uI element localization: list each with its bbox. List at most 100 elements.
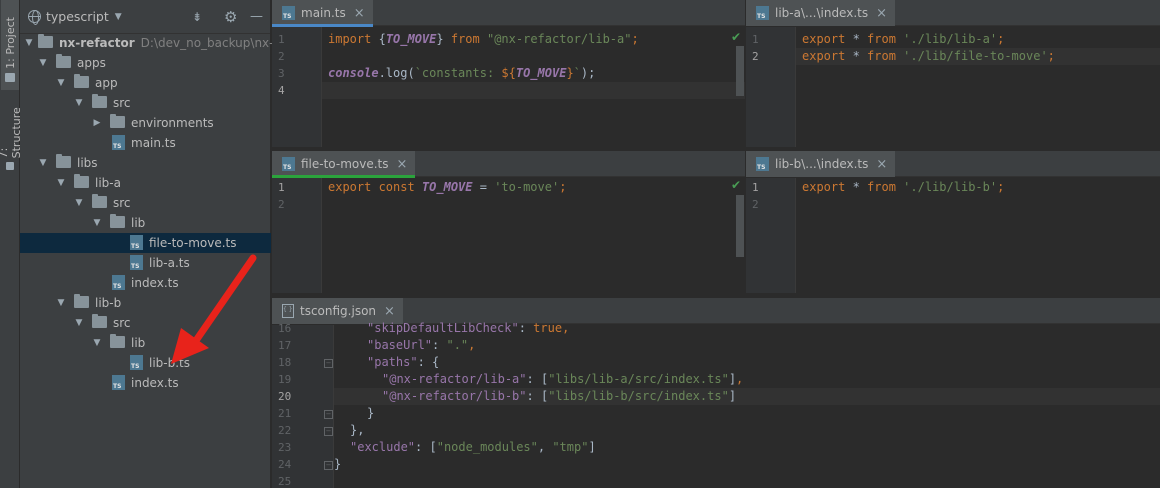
tab-file-to-move-ts[interactable]: file-to-move.ts × bbox=[272, 151, 416, 178]
typescript-file-icon bbox=[130, 355, 143, 370]
code-line[interactable]: console.log(`constants: ${TO_MOVE}`); bbox=[328, 65, 595, 82]
tab-label: lib-b\...\index.ts bbox=[775, 157, 869, 171]
red-annotation-arrow bbox=[171, 254, 257, 364]
code-line[interactable]: "baseUrl": ".", bbox=[367, 337, 475, 354]
code-line[interactable]: "exclude": ["node_modules", "tmp"] bbox=[350, 439, 596, 456]
expand-arrow-icon[interactable]: ▼ bbox=[92, 333, 102, 353]
editor-main-ts: main.ts × 1 2 3 4 import {TO_MOVE} from … bbox=[272, 0, 745, 147]
expand-arrow-icon[interactable]: ▼ bbox=[74, 313, 84, 333]
code-line[interactable]: import {TO_MOVE} from "@nx-refactor/lib-… bbox=[328, 31, 639, 48]
no-errors-check-icon: ✔ bbox=[731, 30, 742, 44]
close-icon[interactable]: × bbox=[384, 304, 395, 319]
caret-line bbox=[322, 82, 745, 99]
project-panel: typescript ▼ ⇟ ⚙ — ▼ nx-refactor D:\dev_n… bbox=[20, 0, 297, 488]
tree-item-libs[interactable]: ▼ libs bbox=[20, 153, 271, 173]
folder-icon bbox=[92, 94, 107, 108]
tree-item-index-ts[interactable]: index.ts bbox=[20, 373, 271, 393]
tree-item-lib-a[interactable]: ▼ lib-a bbox=[20, 173, 271, 193]
structure-icon bbox=[6, 162, 14, 170]
code-line[interactable]: } bbox=[367, 405, 374, 422]
structure-tool-tab[interactable]: 7: Structure bbox=[0, 96, 23, 176]
code-line[interactable]: "@nx-refactor/lib-a": ["libs/lib-a/src/i… bbox=[382, 371, 743, 388]
line-number: 17 bbox=[278, 339, 292, 352]
tree-item-src[interactable]: ▼ src bbox=[20, 93, 271, 113]
tab-lib-a-index-ts[interactable]: lib-a\...\index.ts × bbox=[746, 0, 896, 26]
tab-main-ts[interactable]: main.ts × bbox=[272, 0, 373, 27]
typescript-file-icon bbox=[130, 235, 143, 250]
fold-icon[interactable]: − bbox=[324, 427, 333, 436]
tree-item-nx-refactor[interactable]: ▼ nx-refactor D:\dev_no_backup\nx-refa bbox=[20, 33, 297, 53]
no-errors-check-icon: ✔ bbox=[731, 178, 742, 192]
typescript-file-icon bbox=[112, 275, 125, 290]
fold-icon[interactable]: − bbox=[324, 359, 333, 368]
line-number: 16 bbox=[278, 322, 292, 335]
chevron-down-icon[interactable]: ▼ bbox=[115, 12, 122, 22]
close-icon[interactable]: × bbox=[354, 6, 365, 21]
editor-tab-bar: file-to-move.ts × bbox=[272, 151, 745, 178]
tree-item-src[interactable]: ▼ src bbox=[20, 193, 271, 213]
tree-item-main-ts[interactable]: main.ts bbox=[20, 133, 271, 153]
line-number: 4 bbox=[278, 84, 285, 97]
line-number: 24 bbox=[278, 458, 292, 471]
expand-arrow-icon[interactable]: ▼ bbox=[56, 173, 66, 193]
fold-icon[interactable]: − bbox=[324, 461, 333, 470]
folder-icon bbox=[5, 73, 15, 82]
expand-arrow-icon[interactable]: ▼ bbox=[38, 53, 48, 73]
line-number: 2 bbox=[752, 198, 759, 211]
code-line[interactable]: export const TO_MOVE = 'to-move'; bbox=[328, 179, 566, 196]
tree-item-label: main.ts bbox=[131, 136, 176, 150]
expand-arrow-icon[interactable]: ▼ bbox=[56, 73, 66, 93]
line-number: 3 bbox=[278, 67, 285, 80]
collapse-arrow-icon[interactable]: ▶ bbox=[92, 113, 102, 133]
folder-icon bbox=[56, 154, 71, 168]
gear-icon[interactable]: ⚙ bbox=[224, 9, 237, 25]
line-number: 1 bbox=[278, 33, 285, 46]
expand-arrow-icon[interactable]: ▼ bbox=[74, 193, 84, 213]
tab-lib-b-index-ts[interactable]: lib-b\...\index.ts × bbox=[746, 151, 896, 177]
scope-selector[interactable]: typescript bbox=[46, 9, 109, 24]
code-line[interactable]: "skipDefaultLibCheck": true, bbox=[367, 320, 569, 337]
code-line[interactable]: export * from './lib/file-to-move'; bbox=[802, 48, 1055, 65]
project-tool-tab-label: 1: Project bbox=[3, 17, 17, 69]
editor-tab-bar: lib-a\...\index.ts × bbox=[746, 0, 1160, 26]
expand-arrow-icon[interactable]: ▼ bbox=[24, 33, 34, 53]
collapse-all-icon[interactable]: ⇟ bbox=[192, 9, 202, 25]
close-icon[interactable]: × bbox=[876, 157, 887, 172]
expand-arrow-icon[interactable]: ▼ bbox=[74, 93, 84, 113]
project-tool-tab[interactable]: 1: Project bbox=[1, 0, 19, 90]
close-icon[interactable]: × bbox=[876, 6, 887, 21]
tree-item-label: src bbox=[113, 96, 131, 110]
typescript-file-icon bbox=[756, 157, 769, 171]
tree-item-label: lib bbox=[131, 216, 146, 230]
expand-arrow-icon[interactable]: ▼ bbox=[56, 293, 66, 313]
expand-arrow-icon[interactable]: ▼ bbox=[92, 213, 102, 233]
tree-item-label: src bbox=[113, 316, 131, 330]
scrollbar[interactable] bbox=[736, 195, 744, 257]
tab-label: tsconfig.json bbox=[300, 304, 377, 318]
typescript-file-icon bbox=[130, 255, 143, 270]
tree-item-app[interactable]: ▼ app bbox=[20, 73, 271, 93]
tree-item-apps[interactable]: ▼ apps bbox=[20, 53, 271, 73]
tree-item-label: environments bbox=[131, 116, 214, 130]
folder-icon bbox=[38, 34, 53, 48]
close-icon[interactable]: × bbox=[397, 157, 408, 172]
code-line[interactable]: "@nx-refactor/lib-b": ["libs/lib-b/src/i… bbox=[382, 388, 736, 405]
code-line[interactable]: }, bbox=[350, 422, 364, 439]
code-line[interactable]: "paths": { bbox=[367, 354, 439, 371]
expand-arrow-icon[interactable]: ▼ bbox=[38, 153, 48, 173]
tree-item-label: lib bbox=[131, 336, 146, 350]
folder-icon bbox=[74, 174, 89, 188]
editor-file-to-move-ts: file-to-move.ts × 1 2 export const TO_MO… bbox=[272, 151, 745, 293]
hide-panel-icon[interactable]: — bbox=[250, 9, 263, 25]
tree-item-lib[interactable]: ▼ lib bbox=[20, 213, 271, 233]
code-line[interactable]: export * from './lib/lib-b'; bbox=[802, 179, 1004, 196]
editor-lib-b-index-ts: lib-b\...\index.ts × 1 2 export * from '… bbox=[746, 151, 1160, 293]
editor-tsconfig-json: tsconfig.json × 16 17 18 19 20 21 22 23 … bbox=[272, 298, 1160, 488]
folder-icon bbox=[74, 294, 89, 308]
code-line[interactable]: } bbox=[334, 456, 341, 473]
folder-icon bbox=[110, 114, 125, 128]
code-line[interactable]: export * from './lib/lib-a'; bbox=[802, 31, 1004, 48]
tree-item-environments[interactable]: ▶ environments bbox=[20, 113, 271, 133]
scrollbar[interactable] bbox=[736, 46, 744, 96]
fold-icon[interactable]: − bbox=[324, 410, 333, 419]
